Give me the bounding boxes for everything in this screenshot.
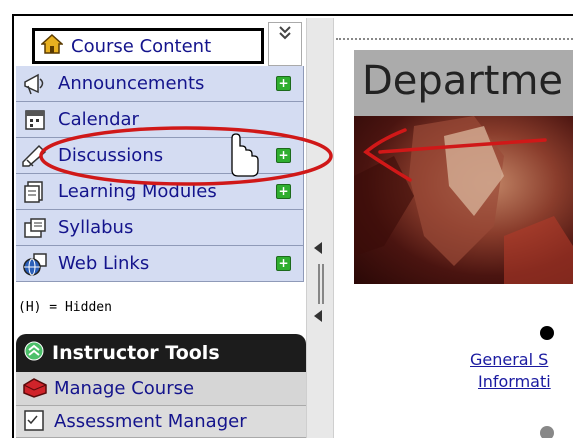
sidebar-item-announcements[interactable]: Announcements + (16, 66, 304, 102)
add-discussion-button[interactable]: + (276, 148, 291, 163)
drag-handle-icon[interactable] (317, 264, 325, 308)
globe-icon (20, 246, 50, 282)
carousel-dot-active[interactable] (540, 326, 554, 340)
sidebar-item-label: Syllabus (58, 217, 134, 238)
discussion-icon (20, 138, 50, 174)
tool-item-label: Manage Course (54, 378, 195, 399)
sidebar-item-web-links[interactable]: Web Links + (16, 246, 304, 282)
information-link[interactable]: Informati (478, 372, 551, 391)
tool-item-manage-course[interactable]: Manage Course (16, 372, 306, 406)
instructor-tools-title: Instructor Tools (52, 342, 220, 364)
hidden-legend: (H) = Hidden (18, 300, 112, 315)
panel-splitter[interactable] (306, 18, 334, 438)
collapse-section-icon (24, 341, 44, 365)
collapse-left-icon[interactable] (313, 240, 323, 259)
modules-icon (20, 174, 50, 210)
course-content-label: Course Content (71, 35, 212, 57)
tool-item-assessment-manager[interactable]: Assessment Manager (16, 406, 306, 438)
content-area: Departme General S Informati (336, 18, 573, 438)
instructor-tools-header[interactable]: Instructor Tools (16, 334, 306, 372)
calendar-icon (20, 102, 50, 138)
sidebar-item-syllabus[interactable]: Syllabus (16, 210, 304, 246)
general-info-link[interactable]: General S (470, 350, 548, 369)
add-learning-module-button[interactable]: + (276, 184, 291, 199)
sidebar-item-label: Learning Modules (58, 181, 217, 202)
sidebar-item-label: Discussions (58, 145, 164, 166)
assessment-icon (22, 408, 48, 436)
collapse-menu-button[interactable] (268, 22, 302, 66)
sidebar-item-calendar[interactable]: Calendar (16, 102, 304, 138)
sidebar-item-discussions[interactable]: Discussions + (16, 138, 304, 174)
dotted-divider (336, 38, 573, 40)
department-banner-text: Departme (362, 58, 564, 104)
department-banner: Departme (354, 50, 573, 116)
home-icon (40, 33, 64, 58)
sidebar-item-label: Web Links (58, 253, 150, 274)
collapse-left-icon[interactable] (313, 308, 323, 327)
course-content-button[interactable]: Course Content (32, 28, 264, 64)
department-photo (354, 116, 573, 284)
tool-item-label: Assessment Manager (54, 411, 247, 432)
sidebar-item-label: Calendar (58, 109, 139, 130)
toolbox-icon (22, 375, 48, 403)
megaphone-icon (20, 66, 50, 102)
add-announcement-button[interactable]: + (276, 76, 291, 91)
syllabus-icon (20, 210, 50, 246)
carousel-dot[interactable] (540, 426, 554, 438)
sidebar-item-label: Announcements (58, 73, 205, 94)
double-chevron-down-icon (277, 23, 293, 47)
add-web-link-button[interactable]: + (276, 256, 291, 271)
sidebar-item-learning-modules[interactable]: Learning Modules + (16, 174, 304, 210)
